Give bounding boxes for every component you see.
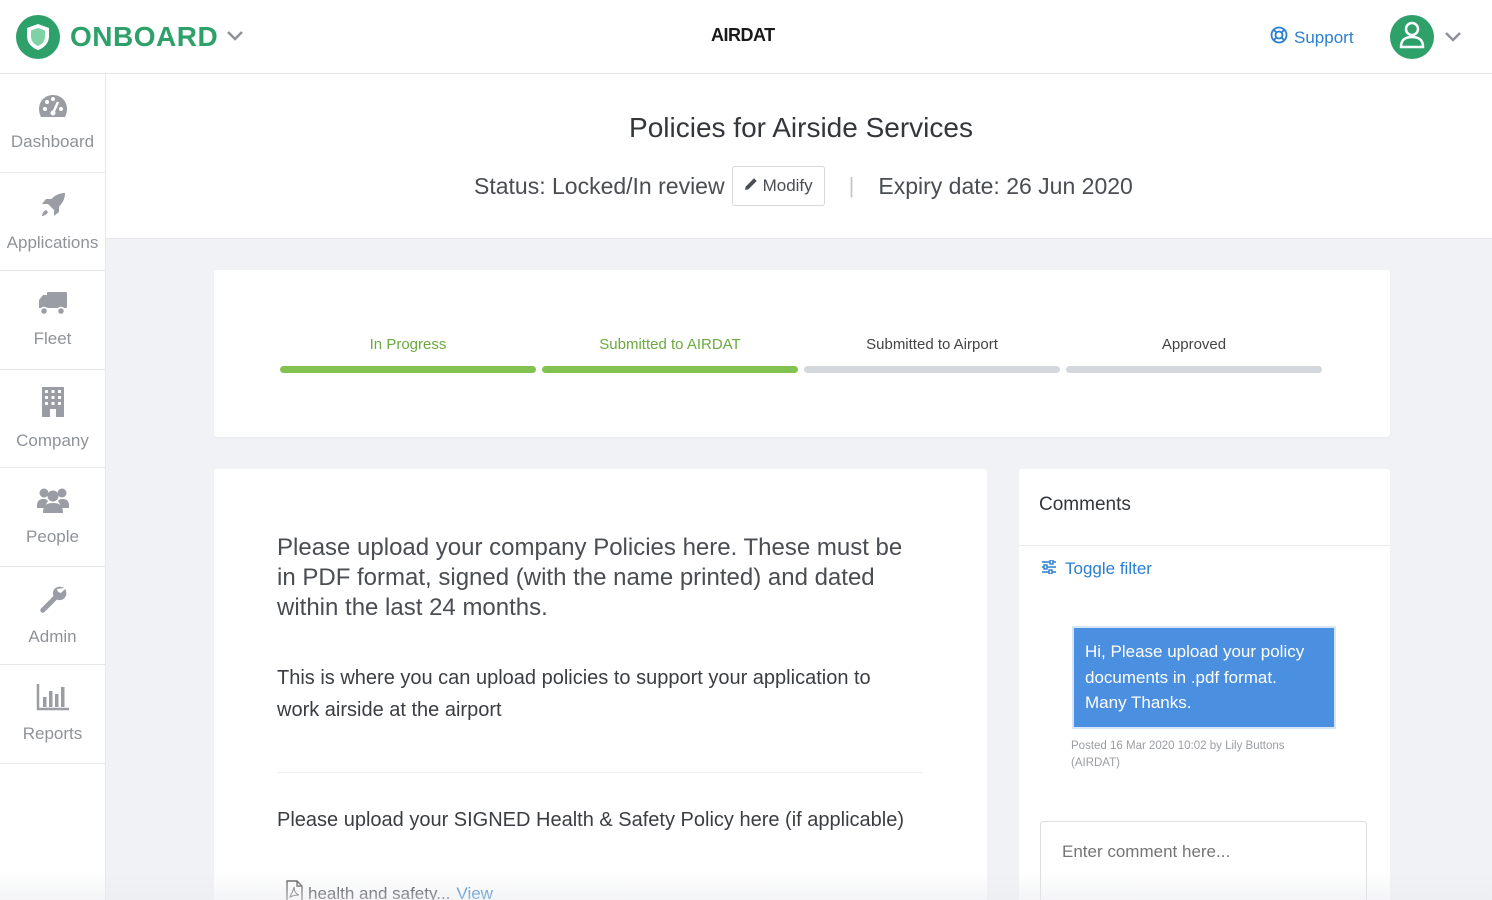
step-bar-approved: [1066, 366, 1322, 373]
sidebar: Dashboard Applications Fleet Company Peo…: [0, 74, 106, 900]
view-file-link[interactable]: View: [456, 884, 493, 900]
sidebar-item-label: People: [26, 527, 79, 547]
top-header: ONBOARD AIRDAT Support: [0, 0, 1492, 74]
progress-tracker: In Progress Submitted to AIRDAT Submitte…: [214, 270, 1390, 437]
sidebar-item-fleet[interactable]: Fleet: [0, 271, 105, 370]
toggle-filter-button[interactable]: Toggle filter: [1041, 559, 1152, 579]
description-text: This is where you can upload policies to…: [277, 667, 871, 721]
bar-chart-icon: [36, 683, 70, 724]
support-link[interactable]: Support: [1270, 26, 1354, 49]
sidebar-item-people[interactable]: People: [0, 468, 105, 567]
section-divider: [277, 772, 923, 773]
lifebuoy-icon: [1270, 26, 1294, 49]
brand-menu[interactable]: ONBOARD: [16, 15, 244, 59]
truck-icon: [37, 290, 69, 329]
chevron-down-icon: [226, 29, 244, 47]
dashboard-icon: [37, 93, 69, 132]
status-row: Status: Locked/In review Modify | Expiry…: [474, 166, 1133, 206]
step-bar-submitted-to-airport: [804, 366, 1060, 373]
sidebar-item-applications[interactable]: Applications: [0, 173, 105, 271]
sidebar-item-label: Applications: [6, 232, 99, 252]
divider: |: [848, 173, 855, 198]
sidebar-item-label: Dashboard: [10, 132, 95, 152]
chevron-down-icon[interactable]: [1444, 30, 1462, 48]
intro-text: Please upload your company Policies here…: [277, 534, 903, 621]
airdat-logo: AIRDAT: [711, 25, 775, 45]
modify-label: Modify: [762, 176, 813, 195]
sidebar-item-label: Reports: [22, 724, 83, 744]
page-header: Policies for Airside Services Status: Lo…: [106, 74, 1492, 239]
step-bar-in-progress: [280, 366, 536, 373]
step-label-submitted-to-airport: Submitted to Airport: [866, 336, 998, 353]
comments-title: Comments: [1039, 494, 1131, 515]
status-text: Status: Locked/In review: [474, 172, 725, 199]
uploaded-file: health and safety... View: [284, 880, 493, 900]
sidebar-item-admin[interactable]: Admin: [0, 567, 105, 665]
pencil-icon: [744, 176, 763, 196]
sidebar-item-label: Admin: [28, 626, 77, 646]
comments-divider: [1019, 545, 1390, 546]
avatar[interactable]: [1390, 15, 1434, 59]
sidebar-item-company[interactable]: Company: [0, 370, 105, 468]
toggle-filter-label: Toggle filter: [1065, 559, 1152, 578]
people-icon: [36, 486, 70, 527]
support-label: Support: [1294, 27, 1354, 47]
step-label-submitted-to-airdat: Submitted to AIRDAT: [599, 336, 741, 353]
page-title: Policies for Airside Services: [629, 112, 973, 143]
sidebar-item-dashboard[interactable]: Dashboard: [0, 74, 105, 173]
sliders-icon: [1041, 559, 1065, 579]
modify-button[interactable]: Modify: [731, 166, 825, 206]
expiry-date: Expiry date: 26 Jun 2020: [878, 172, 1133, 199]
shield-icon: [16, 15, 60, 59]
sidebar-item-label: Company: [16, 430, 89, 450]
comment-input[interactable]: [1040, 821, 1367, 900]
step-label-in-progress: In Progress: [369, 336, 447, 353]
step-bar-submitted-to-airdat: [542, 366, 798, 373]
brand-name: ONBOARD: [70, 21, 219, 52]
upload-label: Please upload your SIGNED Health & Safet…: [277, 809, 904, 831]
sidebar-item-reports[interactable]: Reports: [0, 665, 105, 764]
step-label-approved: Approved: [1161, 336, 1227, 353]
rocket-icon: [38, 190, 68, 233]
comment-meta: Posted 16 Mar 2020 10:02 by Lily Buttons…: [1071, 740, 1285, 769]
sidebar-item-label: Fleet: [33, 329, 72, 349]
building-icon: [41, 386, 65, 431]
comments-panel: Comments Toggle filter Hi, Please upload…: [1019, 469, 1390, 900]
policy-upload-card: Please upload your company Policies here…: [214, 469, 987, 900]
wrench-icon: [38, 584, 68, 627]
file-name: health and safety...: [308, 883, 451, 900]
pdf-file-icon: [284, 880, 308, 900]
comment-message: Hi, Please upload your policy documents …: [1072, 626, 1336, 729]
user-icon: [1399, 21, 1425, 54]
